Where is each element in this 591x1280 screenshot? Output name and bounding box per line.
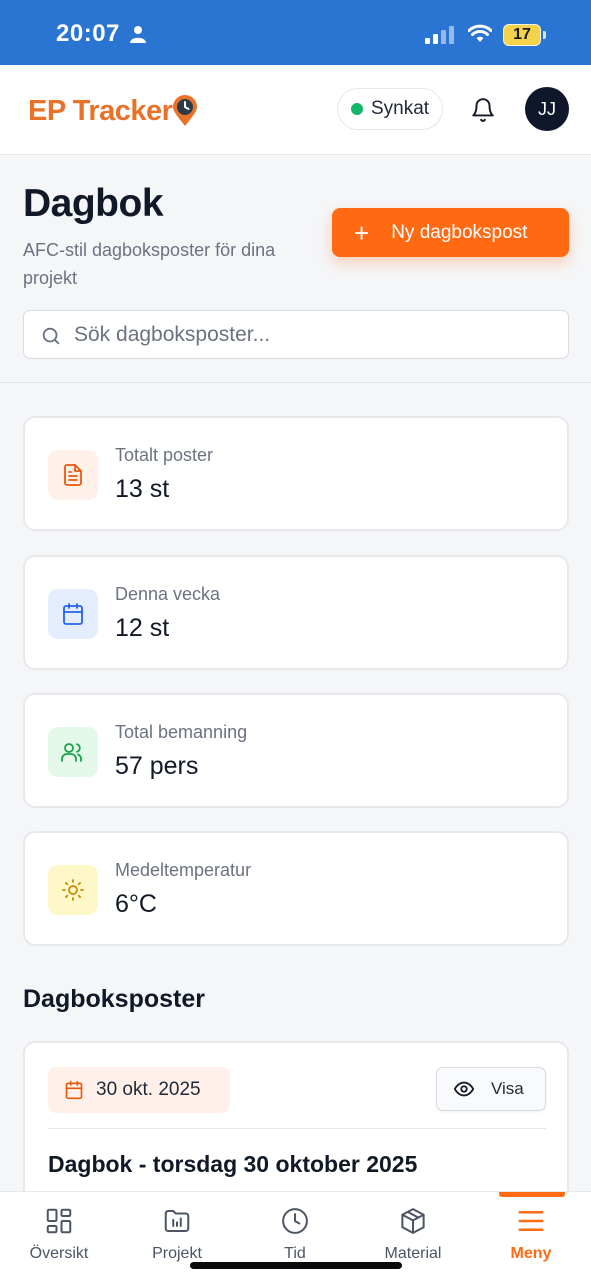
stat-label: Denna vecka [115,584,221,604]
nav-item-oversikt[interactable]: Översikt [0,1192,118,1280]
stat-value: 13 st [115,475,170,503]
view-entry-button[interactable]: Visa [436,1067,546,1111]
search-input[interactable] [74,311,554,358]
dashboard-grid-icon [46,1208,72,1234]
plus-icon: + [354,217,370,248]
stat-card-total-staffing: Total bemanning 57 pers [23,693,569,808]
new-diary-entry-label: Ny dagbokspost [391,221,528,243]
project-folder-icon [164,1210,190,1232]
stat-card-average-temperature: Medeltemperatur 6°C [23,831,569,946]
stat-value: 57 pers [115,752,199,780]
stat-label: Medeltemperatur [115,860,252,880]
entry-date: 30 okt. 2025 [96,1079,201,1100]
app-header: EP Tracker Synkat JJ [0,65,591,155]
nav-label: Meny [510,1245,552,1262]
nav-item-meny[interactable]: Meny [472,1192,590,1280]
users-icon [48,727,98,777]
section-title: Dagboksposter [23,985,205,1013]
new-diary-entry-button[interactable]: + Ny dagbokspost [332,208,569,257]
avatar[interactable]: JJ [525,87,569,131]
battery-tip [543,31,546,39]
status-bar: 20:07 17 [0,0,591,65]
document-icon [48,450,98,500]
search-icon [40,325,62,352]
clock-icon [282,1208,308,1234]
status-time: 20:07 [56,20,120,47]
home-indicator [190,1262,402,1269]
nav-label: Material [384,1245,442,1262]
nav-label: Översikt [29,1245,89,1262]
stat-value: 12 st [115,614,170,642]
page-subtitle: AFC-stil dagboksposter för dina projekt [23,240,276,288]
stat-label: Totalt poster [115,445,214,465]
sync-status-badge[interactable]: Synkat [337,88,444,130]
calendar-icon [65,1080,83,1100]
calendar-icon [48,589,98,639]
eye-icon [453,1081,475,1097]
location-pin-clock-icon [172,95,198,132]
page-title: Dagbok [23,182,164,225]
stat-card-total-entries: Totalt poster 13 st [23,416,569,531]
sync-status-dot [351,103,363,115]
entry-date-badge: 30 okt. 2025 [48,1067,230,1113]
entry-title: Dagbok - torsdag 30 oktober 2025 [48,1151,418,1177]
battery-icon: 17 [503,24,541,46]
divider [48,1128,546,1129]
stat-card-this-week: Denna vecka 12 st [23,555,569,670]
view-entry-label: Visa [491,1079,524,1098]
menu-icon [518,1211,544,1231]
logo[interactable]: EP Tracker [28,91,198,132]
sync-status-label: Synkat [371,98,430,119]
nav-label: Tid [284,1245,306,1262]
bell-icon[interactable] [470,97,496,128]
stat-label: Total bemanning [115,722,248,742]
wifi-icon [467,24,493,49]
sun-icon [48,865,98,915]
cellular-signal-icon [425,26,455,49]
logo-text: EP Tracker [28,95,173,127]
stat-value: 6°C [115,890,157,918]
page-header: Dagbok AFC-stil dagboksposter för dina p… [0,156,591,383]
search-box[interactable] [23,310,569,359]
package-icon [401,1208,425,1234]
nav-label: Projekt [152,1245,202,1262]
person-icon [130,25,146,48]
